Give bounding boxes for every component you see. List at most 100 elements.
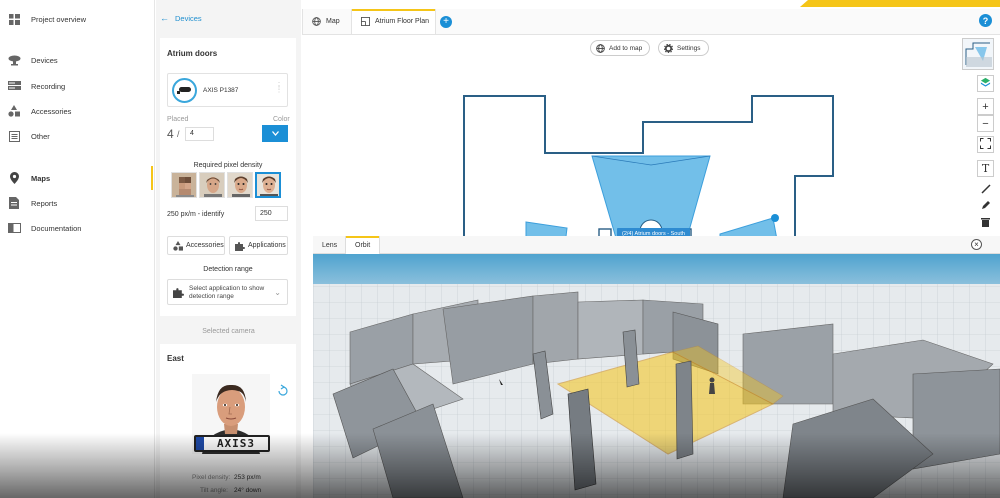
camera-model-item[interactable]: AXIS P1387 ⋮ ⋮ — [167, 73, 288, 107]
back-label: Devices — [175, 13, 202, 23]
layers-icon — [980, 77, 991, 91]
drag-handle-icon[interactable]: ⋮ ⋮ — [275, 82, 283, 94]
eu-band — [196, 437, 204, 450]
help-button[interactable]: ? — [979, 14, 992, 27]
license-plate-text: AXIS3 — [216, 437, 256, 450]
nav-label: Other — [31, 131, 50, 141]
text-tool-button[interactable]: T — [977, 160, 994, 177]
minimap-thumbnail[interactable] — [962, 38, 994, 70]
report-icon — [7, 196, 21, 210]
close-3d-view-button[interactable]: × — [971, 239, 982, 250]
fit-screen-icon — [980, 137, 991, 152]
delete-button[interactable] — [977, 215, 994, 232]
placed-count: 4 — [167, 127, 174, 141]
edit-button[interactable] — [977, 198, 994, 215]
pillar — [675, 360, 694, 460]
device-panel: ← Devices Atrium doors AXIS P1387 ⋮ ⋮ Pla… — [156, 0, 301, 498]
nav-label: Project overview — [31, 14, 87, 24]
nav-item-reports[interactable]: Reports — [0, 193, 155, 213]
layers-button[interactable] — [977, 75, 994, 92]
book-icon — [7, 221, 21, 235]
person-figure — [709, 377, 715, 383]
globe-icon — [312, 17, 321, 26]
nav-item-accessories[interactable]: Accessories — [0, 101, 155, 121]
selected-camera-label: Selected camera — [202, 328, 255, 335]
nav-item-project-overview[interactable]: Project overview — [0, 9, 155, 29]
grid-icon — [7, 12, 21, 26]
add-tab-button[interactable]: + — [440, 16, 452, 28]
nav-label: Accessories — [31, 106, 72, 116]
tab-lens[interactable]: Lens — [313, 236, 346, 254]
nav-label: Documentation — [31, 223, 82, 233]
fit-to-screen-button[interactable] — [977, 136, 994, 153]
camera-group-card: Atrium doors AXIS P1387 ⋮ ⋮ Placed Color … — [160, 38, 296, 316]
tab-label: Map — [326, 18, 340, 25]
nav-label: Recording — [31, 81, 66, 91]
detection-range-heading: Detection range — [203, 266, 253, 273]
recorder-icon — [7, 79, 21, 93]
map-settings-button[interactable]: Settings — [658, 40, 709, 56]
zoom-in-button[interactable]: + — [977, 98, 994, 115]
draw-line-button[interactable] — [977, 182, 994, 199]
minus-icon: − — [982, 117, 989, 130]
nav-item-recording[interactable]: Recording — [0, 76, 155, 96]
nav-item-devices[interactable]: Devices — [0, 50, 155, 70]
chevron-down-icon — [271, 131, 279, 136]
plus-icon: + — [982, 100, 989, 113]
camera-icon — [172, 78, 197, 103]
zoom-out-button[interactable]: − — [977, 115, 994, 132]
pencil-icon — [981, 200, 991, 213]
add-to-map-label: Add to map — [609, 44, 643, 52]
map-pin-icon — [7, 171, 21, 185]
density-option-recognize[interactable] — [227, 172, 253, 198]
density-option-detect[interactable] — [171, 172, 197, 198]
color-label: Color — [273, 116, 290, 123]
map-tab-bar: Map Atrium Floor Plan + — [302, 9, 1000, 35]
view-mode-tabs: Lens Orbit — [313, 236, 1000, 254]
rotate-view-icon[interactable] — [276, 384, 290, 400]
gear-icon — [664, 43, 673, 53]
color-dropdown[interactable] — [262, 125, 288, 142]
pixel-density-info-label: Pixel density: — [192, 474, 231, 481]
puzzle-icon — [173, 287, 184, 300]
tab-map[interactable]: Map — [303, 9, 351, 34]
tilt-angle-label: Tilt angle: — [200, 487, 228, 494]
shapes-icon — [7, 104, 21, 118]
nav-item-documentation[interactable]: Documentation — [0, 218, 155, 238]
tab-label: Atrium Floor Plan — [375, 18, 430, 25]
placed-total-input[interactable]: 4 — [185, 127, 214, 141]
floor-plan-map[interactable]: Add to map Settings (2/4) Atrium doors -… — [302, 35, 1000, 245]
application-select-text: Select application to show detection ran… — [189, 285, 265, 300]
3d-scene-canvas[interactable] — [313, 254, 1000, 498]
camera-icon — [7, 53, 21, 67]
list-icon — [7, 129, 21, 143]
tab-atrium-floor-plan[interactable]: Atrium Floor Plan — [351, 9, 436, 34]
back-to-devices-link[interactable]: ← Devices — [160, 13, 202, 23]
text-icon: T — [981, 162, 990, 175]
density-value-input[interactable]: 250 — [255, 206, 288, 221]
nav-item-maps[interactable]: Maps — [0, 166, 155, 190]
brand-accent-strip — [800, 0, 1000, 7]
application-select[interactable]: Select application to show detection ran… — [167, 279, 288, 305]
tab-orbit[interactable]: Orbit — [345, 236, 381, 254]
accessories-button[interactable]: Accessories — [167, 236, 225, 255]
add-to-map-button[interactable]: Add to map — [590, 40, 651, 56]
shapes-icon — [173, 240, 183, 251]
nav-label: Devices — [31, 55, 58, 65]
license-plate: AXIS3 — [194, 435, 270, 452]
puzzle-icon — [235, 241, 245, 251]
density-option-observe[interactable] — [199, 172, 225, 198]
applications-label: Applications — [248, 242, 286, 249]
density-option-identify[interactable] — [255, 172, 281, 198]
placed-label: Placed — [167, 116, 189, 123]
nav-item-other[interactable]: Other — [0, 126, 155, 146]
trash-icon — [981, 217, 990, 230]
settings-label: Settings — [677, 44, 701, 52]
nav-label: Maps — [31, 173, 51, 183]
globe-icon — [596, 43, 605, 53]
camera-model-name: AXIS P1387 — [203, 87, 239, 94]
coverage-handle — [771, 214, 779, 222]
pixel-density-info-value: 253 px/m — [234, 474, 261, 481]
floor-plan-canvas — [463, 95, 834, 245]
applications-button[interactable]: Applications — [229, 236, 288, 255]
